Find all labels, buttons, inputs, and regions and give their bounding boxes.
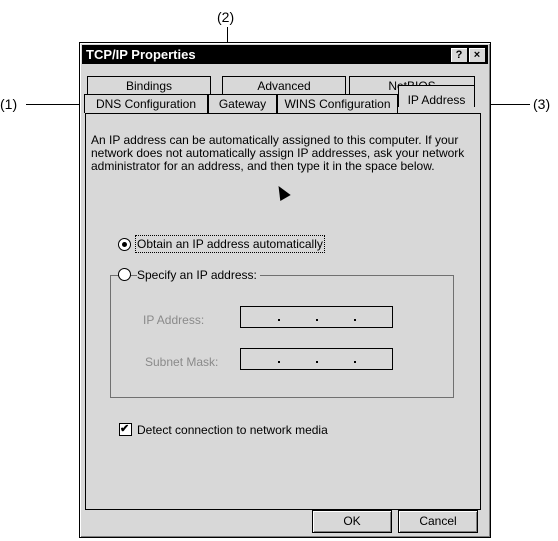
tab-gateway[interactable]: Gateway	[208, 94, 277, 113]
ok-button[interactable]: OK	[312, 510, 392, 533]
specify-ip-radio[interactable]	[118, 268, 131, 281]
obtain-ip-radio[interactable]	[118, 238, 131, 251]
window-title: TCP/IP Properties	[86, 47, 196, 62]
tab-bindings[interactable]: Bindings	[87, 76, 211, 95]
ip-separator	[278, 319, 280, 321]
help-button[interactable]: ?	[450, 47, 468, 63]
subnet-mask-label: Subnet Mask:	[145, 355, 219, 369]
ip-address-field[interactable]	[240, 306, 393, 328]
title-bar: TCP/IP Properties ? ×	[82, 45, 488, 64]
close-button[interactable]: ×	[468, 47, 486, 63]
description-text: An IP address can be automatically assig…	[91, 133, 465, 173]
tab-advanced[interactable]: Advanced	[222, 76, 346, 95]
ip-separator	[354, 319, 356, 321]
ip-separator	[354, 361, 356, 363]
ip-separator	[316, 361, 318, 363]
specify-ip-group	[110, 275, 454, 398]
callout-2: (2)	[217, 9, 235, 25]
subnet-mask-field[interactable]	[240, 348, 393, 370]
callout-1-line	[26, 104, 84, 105]
tab-dns-configuration[interactable]: DNS Configuration	[84, 94, 208, 113]
cancel-button[interactable]: Cancel	[398, 510, 478, 533]
checkmark-icon: ✔	[120, 423, 130, 435]
callout-1: (1)	[0, 96, 18, 112]
ip-separator	[278, 361, 280, 363]
ip-separator	[316, 319, 318, 321]
detect-connection-checkbox[interactable]: ✔	[119, 423, 132, 436]
ip-address-label: IP Address:	[143, 313, 205, 327]
obtain-ip-label[interactable]: Obtain an IP address automatically	[135, 235, 325, 253]
specify-ip-label[interactable]: Specify an IP address:	[137, 268, 260, 282]
tab-wins-configuration[interactable]: WINS Configuration	[277, 94, 398, 113]
tab-ip-address[interactable]: IP Address	[398, 85, 475, 107]
callout-3: (3)	[533, 96, 551, 112]
radio-selected-dot-icon	[122, 242, 127, 247]
detect-connection-label[interactable]: Detect connection to network media	[137, 423, 328, 437]
